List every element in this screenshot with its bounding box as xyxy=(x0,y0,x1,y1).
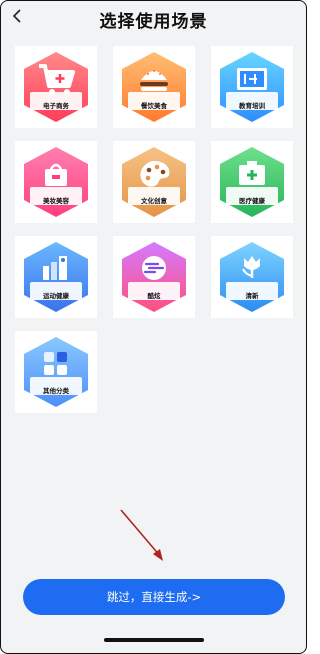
tulip-icon xyxy=(242,256,260,278)
scene-card-food[interactable]: 餐饮美食 xyxy=(113,46,195,128)
scene-label: 医疗健康 xyxy=(239,197,265,205)
medical-kit-icon xyxy=(239,161,265,185)
scene-card-other[interactable]: 其他分类 xyxy=(15,331,97,413)
fitness-icon xyxy=(43,256,67,280)
palette-icon xyxy=(140,161,170,187)
page-title: 选择使用场景 xyxy=(99,12,208,32)
phone-screen: 选择使用场景 电子商务 餐饮美食 教育培训 美妆美容 文化创意 医疗健康 运动健… xyxy=(0,0,307,654)
scene-card-education[interactable]: 教育培训 xyxy=(211,46,293,128)
scene-card-fresh[interactable]: 清新 xyxy=(211,236,293,318)
scene-card-sports[interactable]: 运动健康 xyxy=(15,236,97,318)
scene-label: 餐饮美食 xyxy=(141,102,167,110)
cosmetics-bag-icon xyxy=(45,163,67,186)
scene-card-medical[interactable]: 医疗健康 xyxy=(211,141,293,223)
home-indicator xyxy=(104,638,204,642)
scene-label: 文化创意 xyxy=(141,197,167,205)
scene-label: 电子商务 xyxy=(43,102,69,110)
scene-label: 清新 xyxy=(245,292,259,300)
scene-card-cool[interactable]: 酷炫 xyxy=(113,236,195,318)
scene-label: 其他分类 xyxy=(43,387,69,395)
scene-card-ecommerce[interactable]: 电子商务 xyxy=(15,46,97,128)
scene-label: 运动健康 xyxy=(43,292,69,300)
scene-card-culture[interactable]: 文化创意 xyxy=(113,141,195,223)
wave-circle-icon xyxy=(142,256,166,280)
scene-label: 教育培训 xyxy=(239,102,265,110)
skip-generate-button[interactable]: 跳过，直接生成-> xyxy=(23,579,285,615)
shopping-cart-icon xyxy=(39,64,75,95)
scene-label: 美妆美容 xyxy=(43,197,69,205)
scene-card-beauty[interactable]: 美妆美容 xyxy=(15,141,97,223)
burger-icon xyxy=(140,70,168,91)
blocks-icon xyxy=(44,352,67,375)
blackboard-icon xyxy=(237,68,267,90)
red-arrow-icon xyxy=(120,509,163,561)
scene-label: 酷炫 xyxy=(147,292,161,300)
header: 选择使用场景 xyxy=(1,1,306,35)
